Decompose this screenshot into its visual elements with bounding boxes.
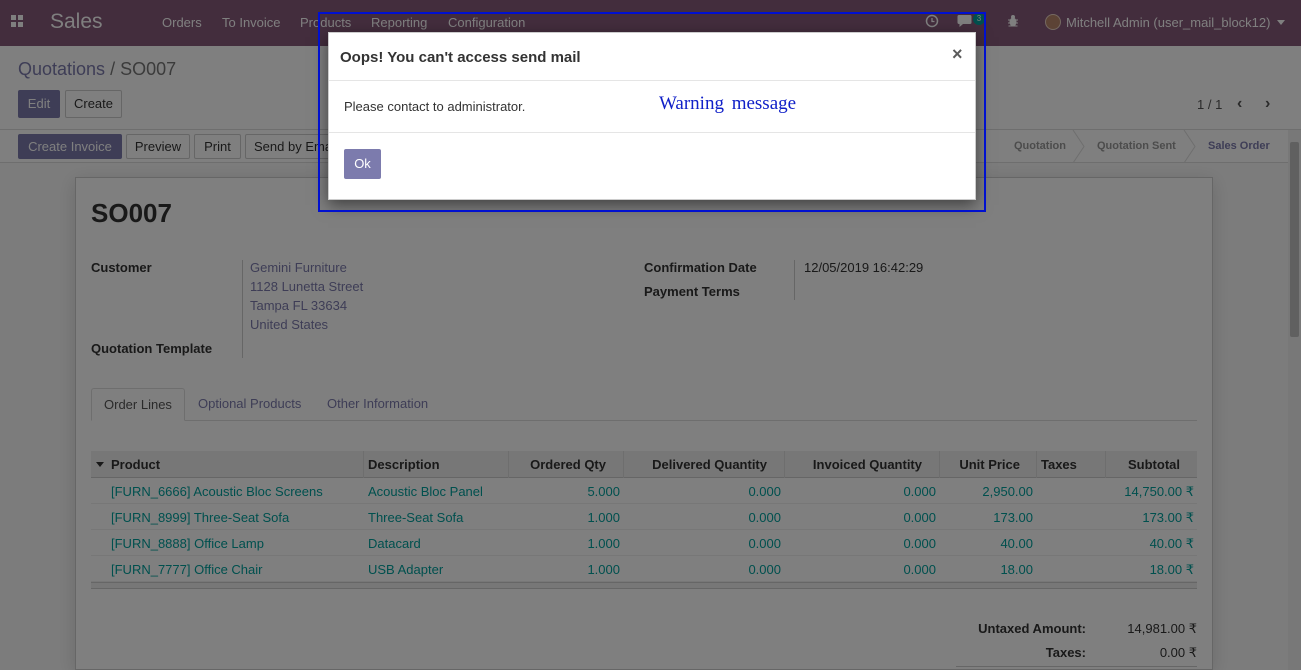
annotation-highlight-box — [318, 12, 986, 212]
annotation-label: Warning message — [659, 93, 797, 114]
